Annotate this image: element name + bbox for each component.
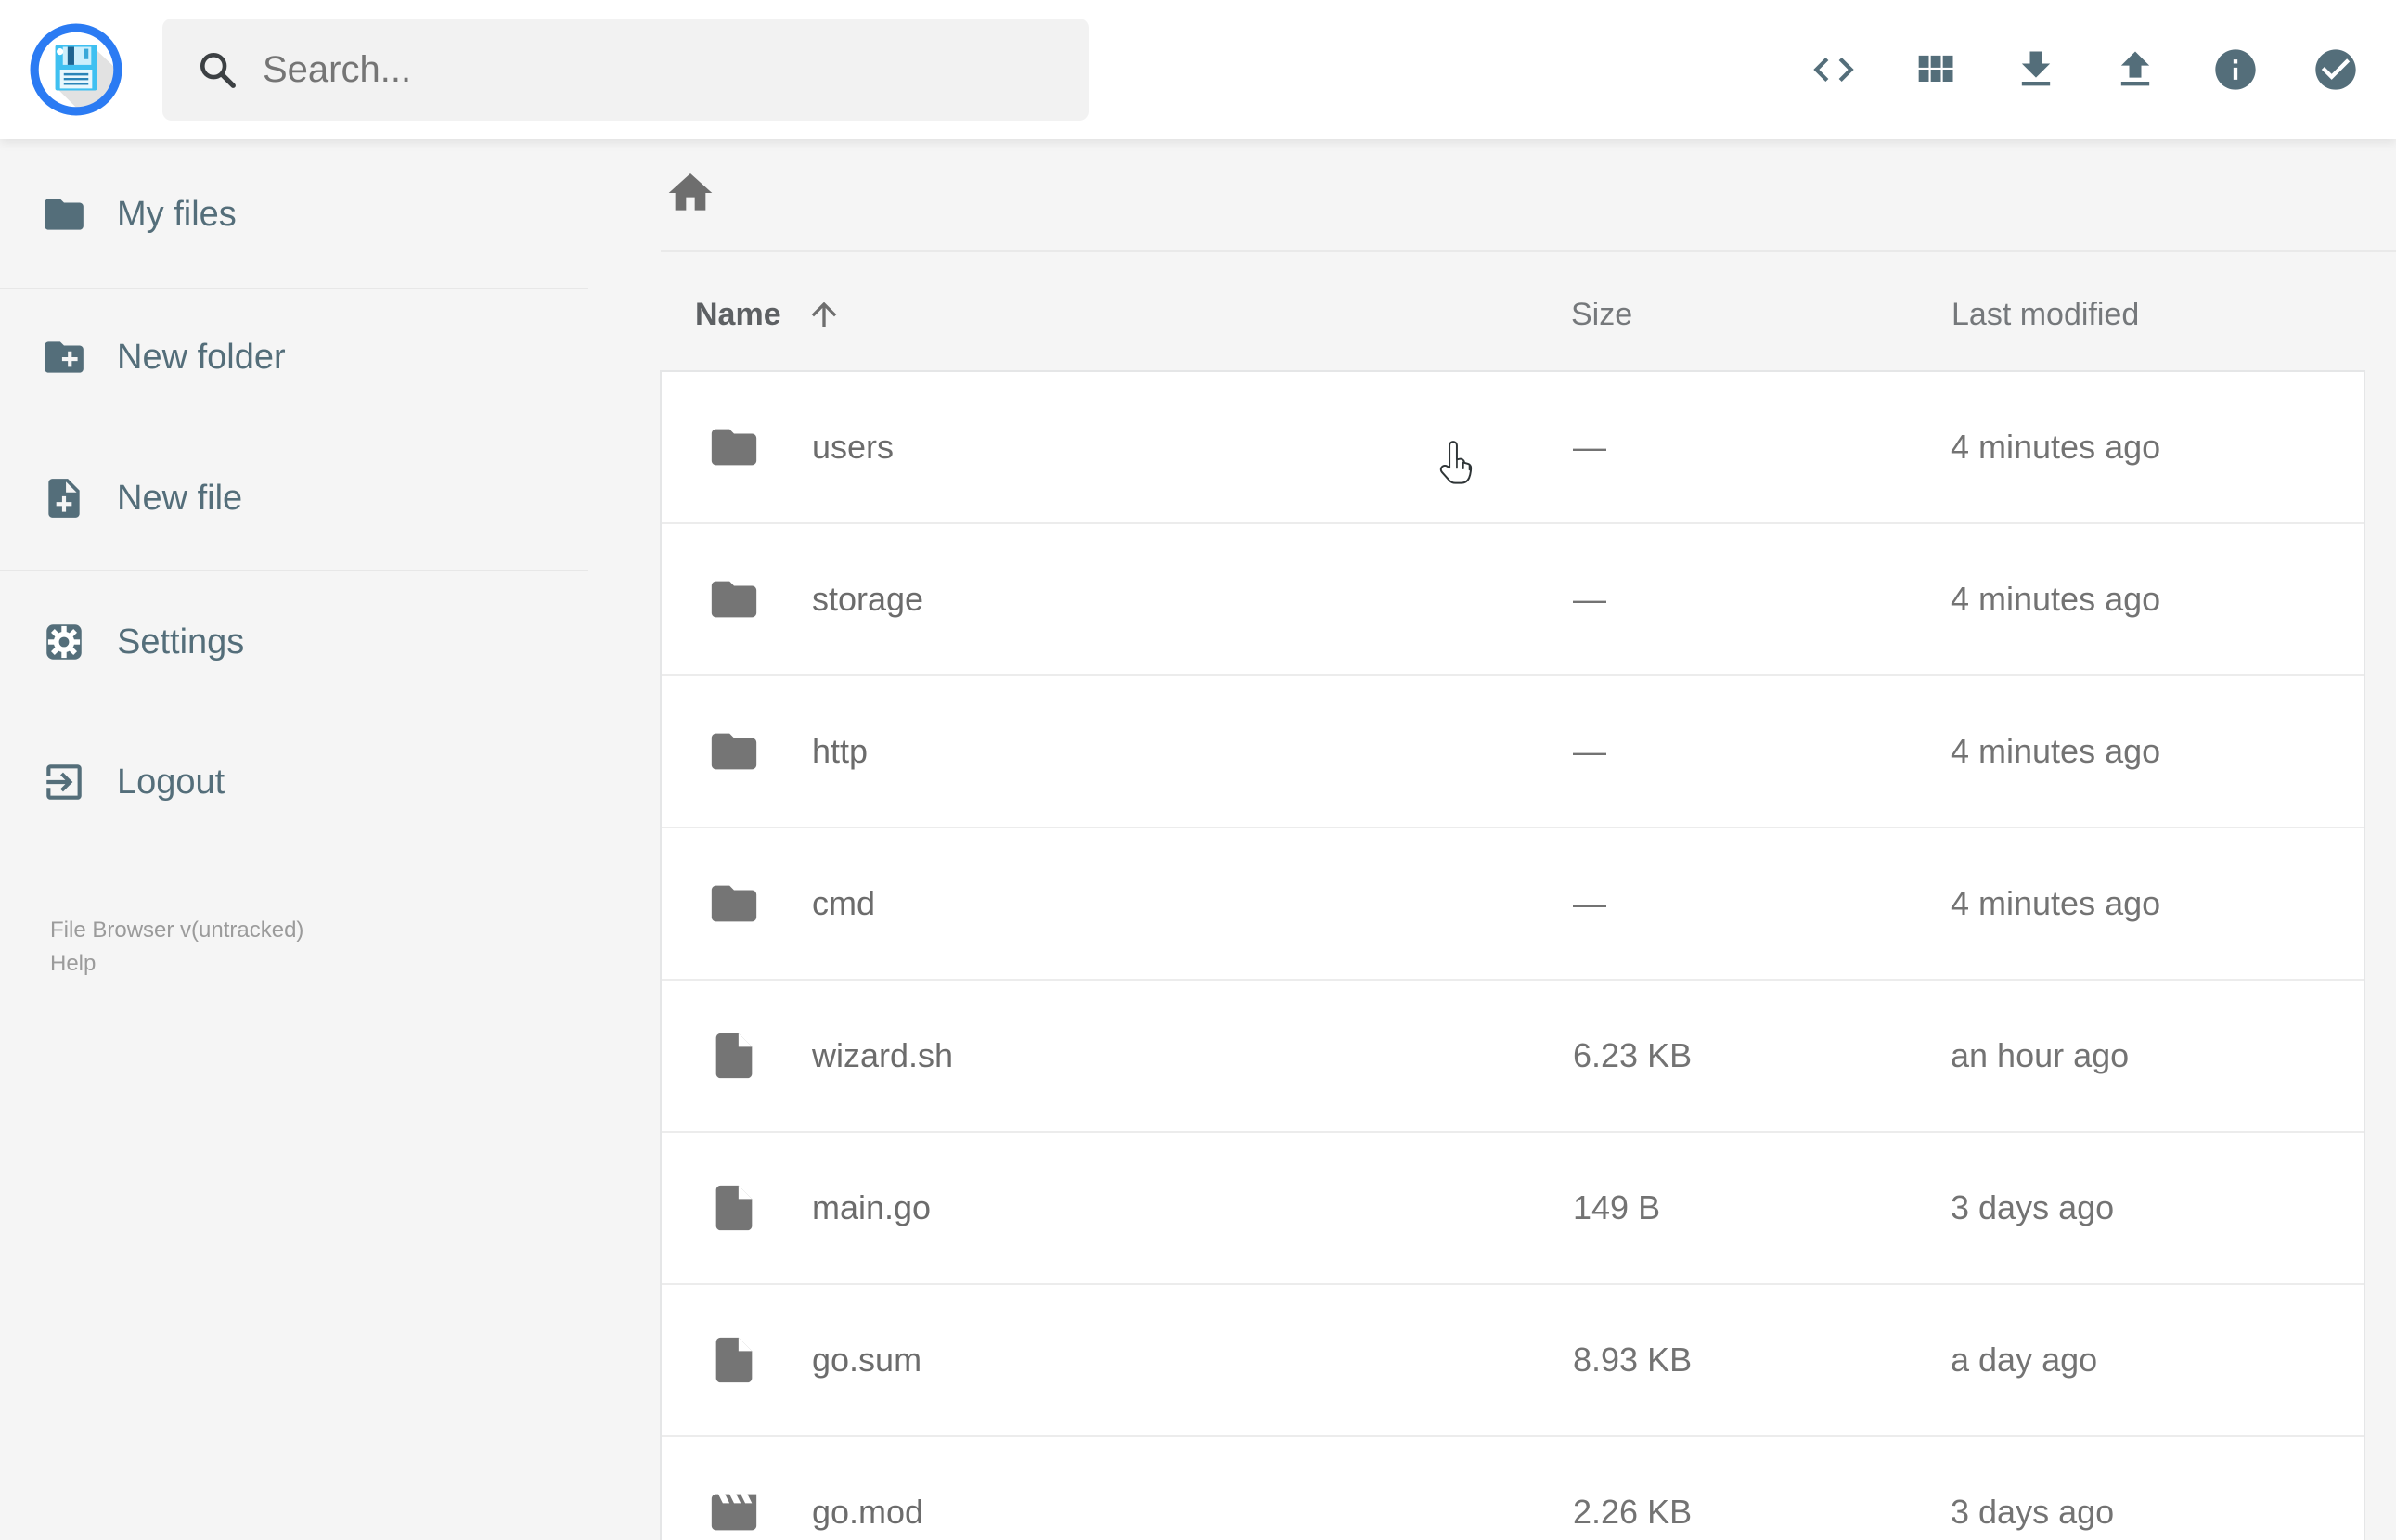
breadcrumb-home-button[interactable] [664,167,720,223]
grid-view-button[interactable] [1905,40,1964,99]
file-row-wizard-sh[interactable]: wizard.sh 6.23 KB an hour ago [662,979,2364,1131]
select-multiple-button[interactable] [2306,40,2365,99]
file-name: go.mod [812,1493,924,1531]
download-button[interactable] [2006,40,2066,99]
file-name: http [812,732,869,770]
file-modified: 4 minutes ago [1951,732,2161,770]
upload-button[interactable] [2106,40,2165,99]
info-icon [2215,49,2256,90]
file-modified: 3 days ago [1951,1188,2115,1226]
file-size: — [1573,580,1606,618]
file-size: — [1573,428,1606,466]
file-size: 2.26 KB [1573,1493,1693,1531]
sidebar-footer: File Browser v(untracked) Help [50,914,303,981]
file-row-cmd[interactable]: cmd — 4 minutes ago [662,827,2364,979]
arrow-up-icon [811,302,836,327]
search-icon [200,52,236,88]
file-list: users — 4 minutes ago storage — 4 minute… [660,370,2365,1540]
file-icon [715,1033,753,1079]
filebrowser-app: Search... My files New folder New file S… [0,0,2396,1540]
breadcrumb-divider [661,250,2396,252]
folder-icon [711,733,757,770]
listing-header: Name Size Last modified [0,286,2396,343]
file-modified: an hour ago [1951,1036,2130,1074]
code-icon [1813,58,1854,82]
file-icon [715,1185,753,1231]
file-name: wizard.sh [812,1036,954,1074]
logout-icon [46,764,82,800]
file-size: 8.93 KB [1573,1341,1693,1379]
file-name: main.go [812,1188,932,1226]
file-row-http[interactable]: http — 4 minutes ago [662,674,2364,827]
sidebar-item-label: My files [117,194,237,234]
sidebar-item-settings[interactable]: Settings [0,596,588,688]
sidebar-item-my-files[interactable]: My files [0,168,588,261]
file-size: — [1573,884,1606,922]
app-version: File Browser v(untracked) [50,918,304,943]
file-row-main-go[interactable]: main.go 149 B 3 days ago [662,1131,2364,1283]
folder-icon [711,885,757,922]
sidebar-item-new-file[interactable]: New file [0,452,588,545]
file-modified: 3 days ago [1951,1493,2115,1531]
folder-icon [45,199,84,230]
code-view-button[interactable] [1804,40,1863,99]
sidebar-divider [0,570,588,571]
file-modified: a day ago [1951,1341,2098,1379]
sidebar-item-label: Settings [117,622,245,661]
folder-icon [711,581,757,618]
search-input[interactable]: Search... [162,19,1089,121]
file-size: — [1573,732,1606,770]
app-header: Search... [0,0,2396,139]
folder-icon [711,429,757,466]
file-row-users[interactable]: users — 4 minutes ago [662,372,2364,522]
file-size: 6.23 KB [1573,1036,1693,1074]
hand-pointer-cursor [1439,441,1473,484]
sidebar-item-label: New file [117,478,243,518]
settings-icon [46,624,82,660]
file-name: go.sum [812,1341,922,1379]
help-link[interactable]: Help [50,947,303,981]
file-row-go-mod[interactable]: go.mod 2.26 KB 3 days ago [662,1435,2364,1540]
file-size: 149 B [1573,1188,1661,1226]
sidebar-item-label: Logout [117,762,225,802]
upload-icon [2120,51,2150,86]
file-name: cmd [812,884,876,922]
file-modified: 4 minutes ago [1951,428,2161,466]
file-row-storage[interactable]: storage — 4 minutes ago [662,522,2364,674]
file-row-go-sum[interactable]: go.sum 8.93 KB a day ago [662,1283,2364,1435]
info-button[interactable] [2206,40,2265,99]
download-icon [2021,51,2051,86]
movie-file-icon [711,1494,757,1531]
sidebar-item-logout[interactable]: Logout [0,736,588,828]
column-header-size[interactable]: Size [1571,286,1632,343]
column-header-last-modified[interactable]: Last modified [1952,286,2139,343]
home-icon [668,173,713,211]
filebrowser-logo-icon[interactable] [29,22,123,117]
new-file-icon [48,479,80,518]
check-circle-icon [2315,49,2356,90]
file-name: users [812,428,895,466]
grid-view-icon [1918,55,1953,82]
file-icon [715,1337,753,1383]
search-placeholder: Search... [263,49,412,90]
column-header-name[interactable]: Name [695,286,843,343]
file-modified: 4 minutes ago [1951,884,2161,922]
file-name: storage [812,580,924,618]
file-modified: 4 minutes ago [1951,580,2161,618]
